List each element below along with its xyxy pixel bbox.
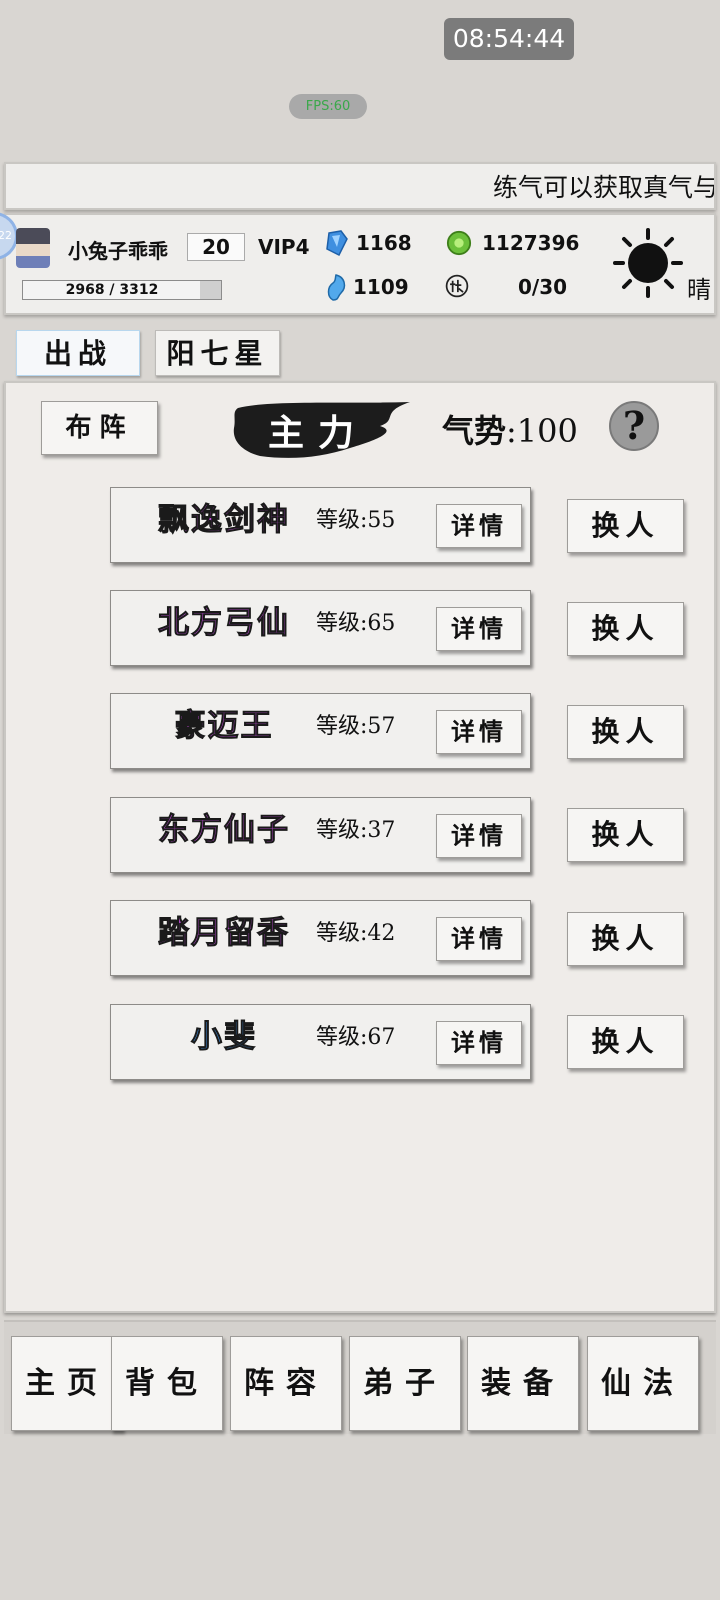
hero-name: 踏月留香 xyxy=(158,915,290,952)
spirit-count: 1109 xyxy=(353,275,409,299)
jade-count: 1127396 xyxy=(482,231,580,255)
exp-text: 2968 / 3312 xyxy=(65,282,159,298)
nav-home[interactable]: 主页 xyxy=(11,1336,123,1431)
hero-name: 豪迈王 xyxy=(174,708,274,745)
hero-level: 等级:42 xyxy=(316,921,396,946)
player-level: 20 xyxy=(187,233,245,261)
hero-detail-button[interactable]: 详情 xyxy=(436,1021,522,1065)
vip-level: VIP4 xyxy=(258,235,310,259)
player-avatar[interactable] xyxy=(16,228,50,268)
weather-label: 晴 xyxy=(687,276,711,304)
nav-lineup[interactable]: 阵容 xyxy=(230,1336,342,1431)
blue-gem-icon xyxy=(326,230,348,257)
hero-name: 飘逸剑神 xyxy=(158,502,290,539)
player-name: 小兔子乖乖 xyxy=(68,239,168,263)
nav-equipment[interactable]: 装备 xyxy=(467,1336,579,1431)
tab-battle[interactable]: 出战 xyxy=(16,330,140,376)
hero-detail-button[interactable]: 详情 xyxy=(436,710,522,754)
momentum-display: 气势:100 xyxy=(442,406,578,452)
hero-detail-button[interactable]: 详情 xyxy=(436,814,522,858)
announcement-text: 练气可以获取真气与 xyxy=(492,173,716,202)
tab-yang-qixing[interactable]: 阳七星 xyxy=(155,330,280,376)
hero-card: 豪迈王 等级:57 详情 xyxy=(110,693,531,769)
clock-display: 08:54:44 xyxy=(444,18,574,60)
hero-detail-button[interactable]: 详情 xyxy=(436,917,522,961)
spirit-orb-icon xyxy=(327,274,346,301)
momentum-label: 气势 xyxy=(442,412,507,450)
sun-weather-icon xyxy=(613,228,683,298)
swap-hero-button[interactable]: 换人 xyxy=(567,808,684,862)
exp-progress-bar: 2968 / 3312 xyxy=(22,280,222,300)
hero-name: 北方弓仙 xyxy=(158,605,290,642)
swap-hero-button[interactable]: 换人 xyxy=(567,705,684,759)
hero-level: 等级:65 xyxy=(316,611,396,636)
swap-hero-button[interactable]: 换人 xyxy=(567,912,684,966)
announcement-marquee: 练气可以获取真气与 xyxy=(4,162,716,210)
hero-card: 北方弓仙 等级:65 详情 xyxy=(110,590,531,666)
hero-level: 等级:55 xyxy=(316,508,396,533)
jade-coin-icon xyxy=(446,230,472,256)
swap-hero-button[interactable]: 换人 xyxy=(567,1015,684,1069)
stamina-icon xyxy=(445,274,469,298)
hero-card: 东方仙子 等级:37 详情 xyxy=(110,797,531,873)
nav-bag[interactable]: 背包 xyxy=(111,1336,223,1431)
hero-level: 等级:57 xyxy=(316,714,396,739)
hero-name: 东方仙子 xyxy=(158,812,290,849)
hero-card: 飘逸剑神 等级:55 详情 xyxy=(110,487,531,563)
momentum-value: :100 xyxy=(506,412,578,450)
gem-count: 1168 xyxy=(356,231,412,255)
hero-card: 踏月留香 等级:42 详情 xyxy=(110,900,531,976)
hero-detail-button[interactable]: 详情 xyxy=(436,504,522,548)
main-force-label: 主力 xyxy=(268,412,369,454)
stamina-count: 0/30 xyxy=(518,275,568,299)
fps-indicator: FPS:60 xyxy=(289,94,367,119)
hero-detail-button[interactable]: 详情 xyxy=(436,607,522,651)
hero-level: 等级:37 xyxy=(316,818,396,843)
hero-name: 小斐 xyxy=(191,1019,257,1056)
arrange-formation-button[interactable]: 布阵 xyxy=(41,401,158,455)
nav-spells[interactable]: 仙法 xyxy=(587,1336,699,1431)
hero-level: 等级:67 xyxy=(316,1025,396,1050)
nav-disciples[interactable]: 弟子 xyxy=(349,1336,461,1431)
swap-hero-button[interactable]: 换人 xyxy=(567,602,684,656)
help-button[interactable]: ? xyxy=(609,401,659,451)
hero-card: 小斐 等级:67 详情 xyxy=(110,1004,531,1080)
swap-hero-button[interactable]: 换人 xyxy=(567,499,684,553)
